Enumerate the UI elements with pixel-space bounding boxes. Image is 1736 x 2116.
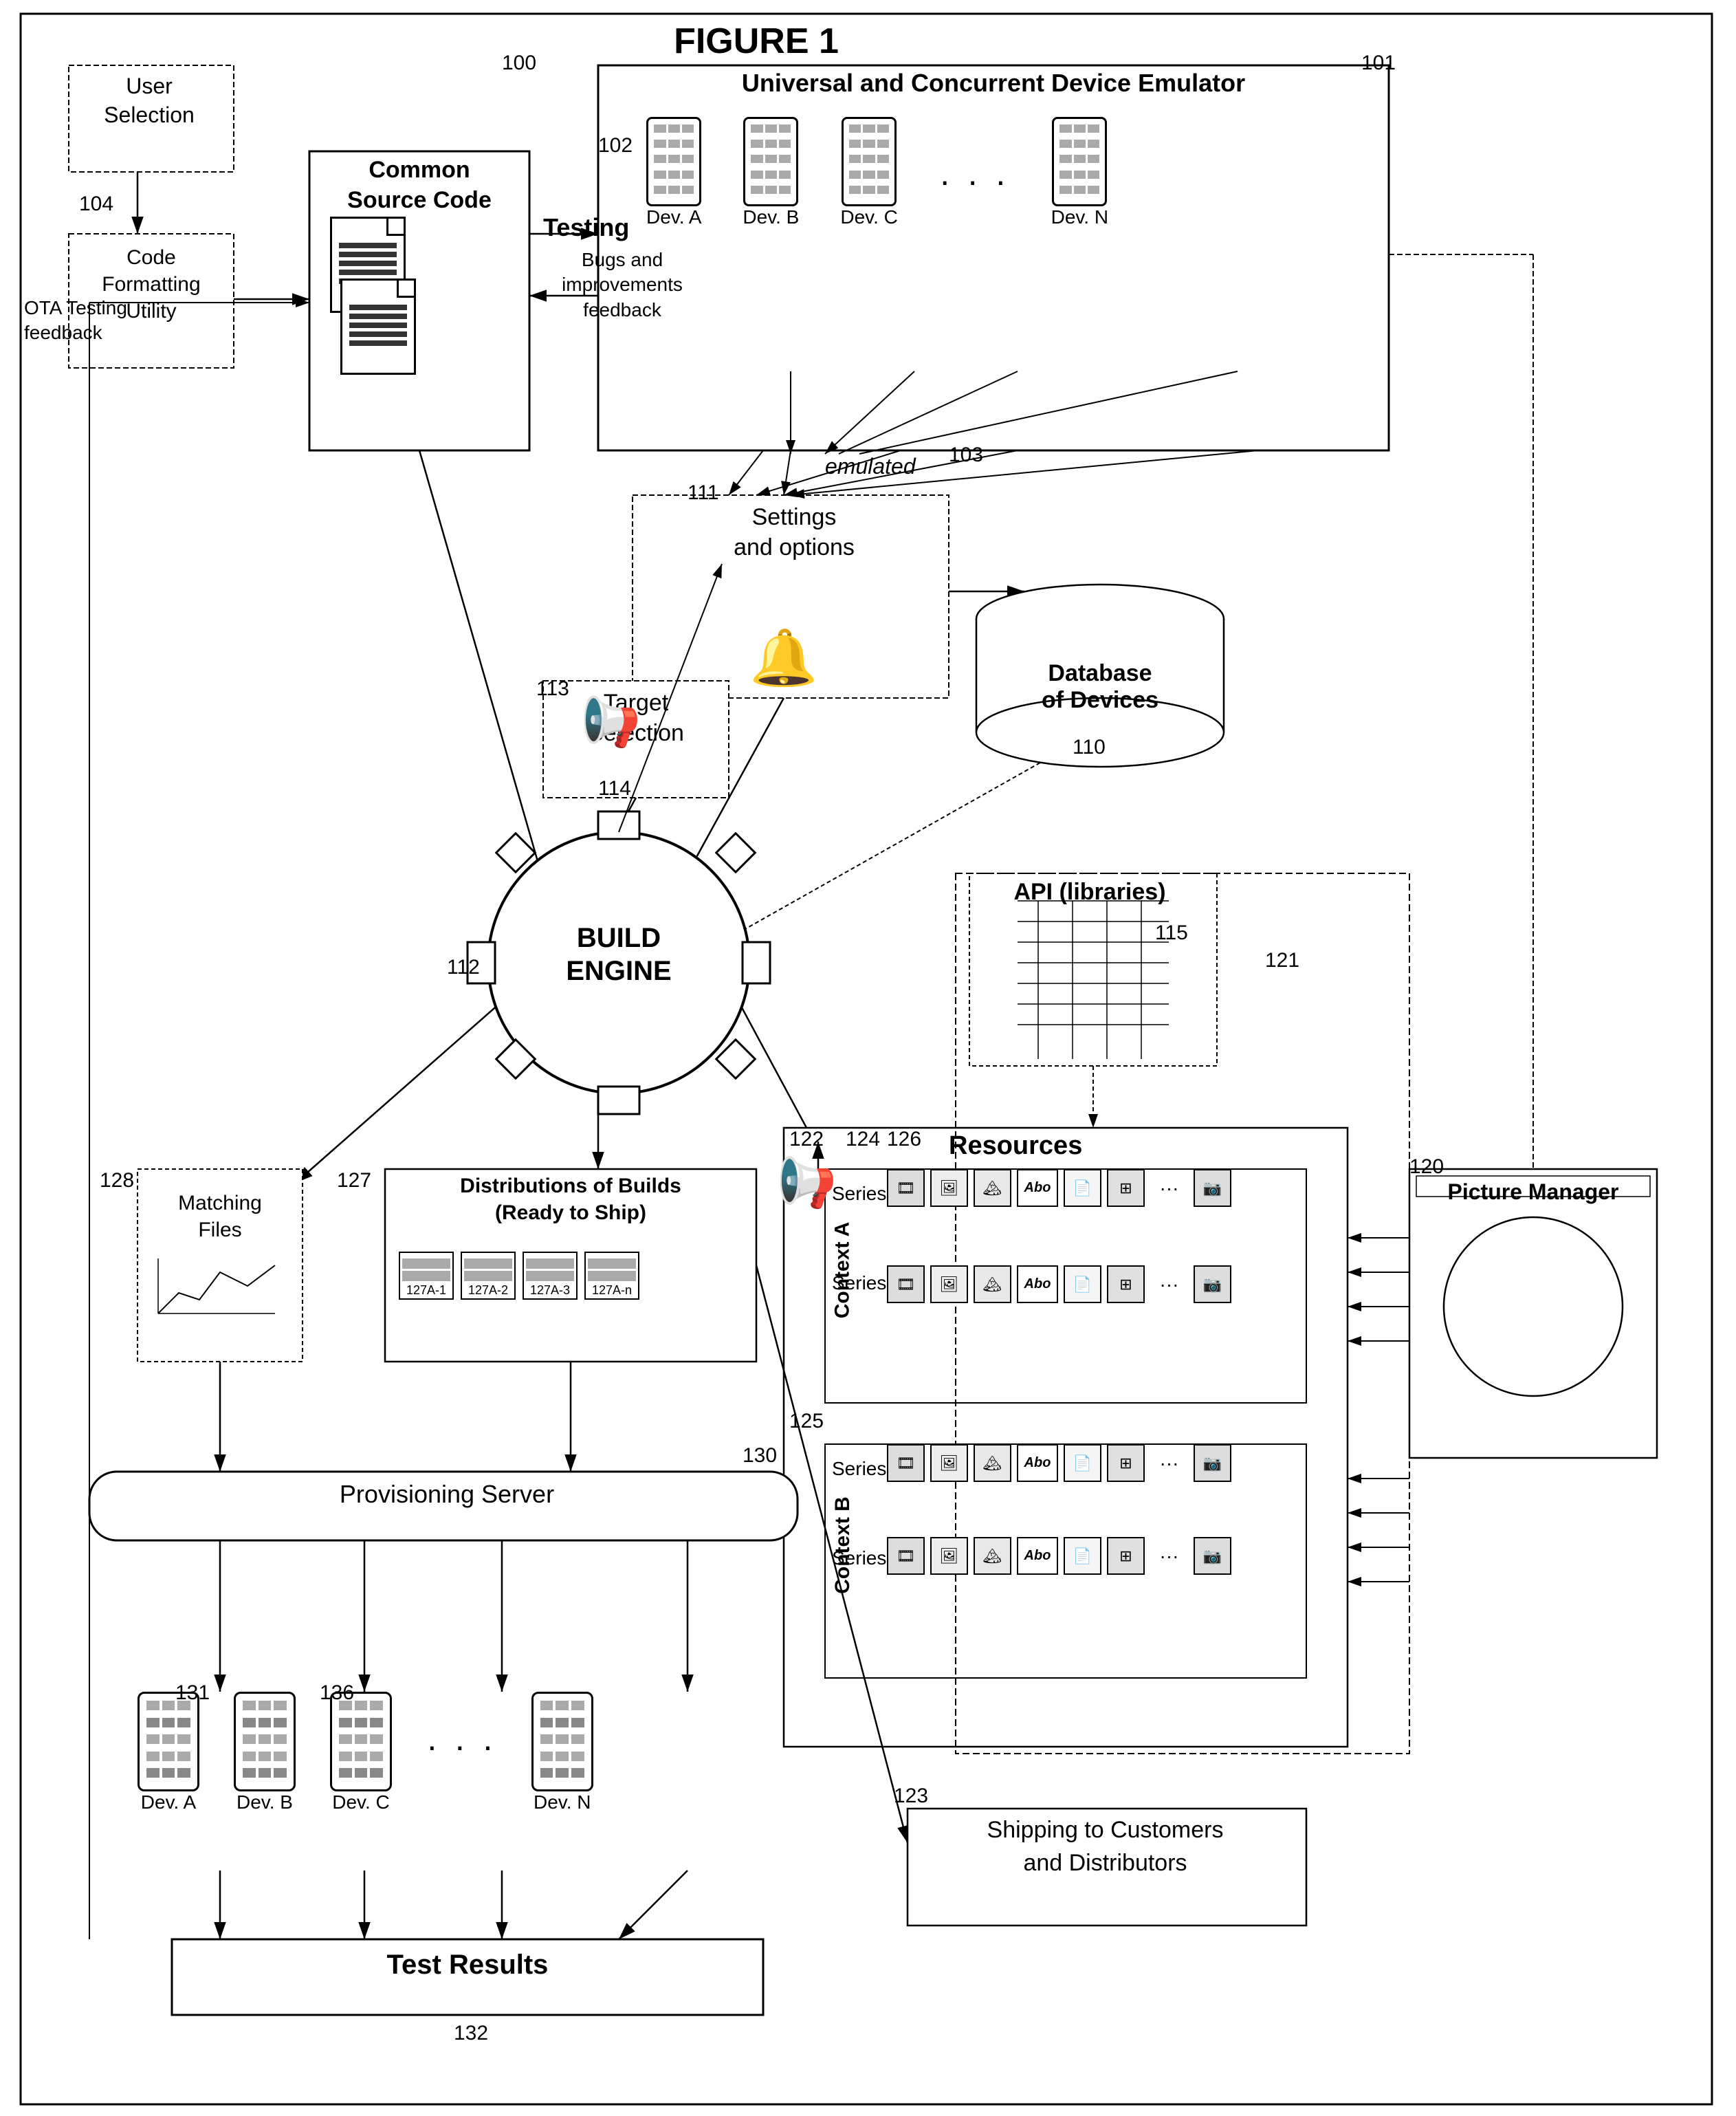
emulated-label: emulated (825, 454, 916, 479)
dev-b-label: Dev. B (743, 206, 799, 228)
ref-128: 128 (100, 1169, 134, 1192)
ref-136: 136 (320, 1681, 354, 1705)
context-b-label: Context B (831, 1496, 855, 1594)
ref-127: 127 (337, 1169, 371, 1192)
provisioning-server-label: Provisioning Server (172, 1480, 722, 1509)
matching-files-chart (151, 1252, 282, 1320)
dev-a-label: Dev. A (646, 206, 701, 228)
database-label: Database of Devices (1018, 660, 1183, 714)
bugs-feedback-label: Bugs and improvements feedback (536, 248, 708, 323)
context-a-label: Context A (831, 1222, 854, 1319)
bottom-dev-n: Dev. N (531, 1791, 593, 1813)
ref-113: 113 (536, 677, 569, 701)
ref-125: 125 (789, 1410, 824, 1433)
bottom-phones: Dev. A Dev. B Dev. C · · · (138, 1692, 593, 1813)
matching-files-label: Matching Files (141, 1190, 299, 1243)
emulator-devices: Dev. A Dev. B Dev. C · · · (646, 117, 1108, 228)
context-b-series1-icons: 🎞 🖼 🏔 Abo 📄 ⊞ ··· 📷 (887, 1444, 1231, 1482)
common-source-doc-icons (320, 213, 416, 378)
ref-123: 123 (894, 1785, 928, 1808)
figure-title: FIGURE 1 (674, 21, 839, 62)
shipping-label: Shipping to Customers and Distributors (914, 1814, 1296, 1879)
settings-options-label: Settings and options (646, 502, 942, 563)
context-b-series-n-icons: 🎞 🖼 🏔 Abo 📄 ⊞ ··· 📷 (887, 1537, 1231, 1575)
ref-102: 102 (598, 134, 633, 157)
resources-megaphone-icon: 📢 (777, 1155, 837, 1212)
common-source-code-label: CommonSource Code (316, 155, 523, 215)
picture-manager-label: Picture Manager (1416, 1179, 1650, 1205)
ref-104: 104 (79, 193, 113, 216)
target-megaphone-icon: 📢 (581, 695, 641, 751)
ref-114: 114 (598, 777, 631, 800)
context-a-series-n-icons: 🎞 🖼 🏔 Abo 📄 ⊞ ··· 📷 (887, 1265, 1231, 1303)
testing-label: Testing (543, 213, 629, 242)
user-selection-label: User Selection (77, 72, 221, 129)
bottom-dev-b: Dev. B (234, 1791, 296, 1813)
ref-110: 110 (1073, 736, 1106, 759)
ota-testing-label: OTA Testing feedback (24, 296, 127, 346)
ref-132: 132 (454, 2022, 488, 2045)
dev-c-label: Dev. C (840, 206, 898, 228)
build-distribution-boxes: 127A-1 127A-2 127A-3 127A-n (399, 1252, 639, 1300)
ref-130: 130 (743, 1444, 777, 1468)
ref-121: 121 (1265, 949, 1299, 972)
ref-103: 103 (949, 444, 983, 467)
ref-111: 111 (688, 481, 719, 505)
ref-112: 112 (447, 956, 480, 979)
ref-101: 101 (1361, 52, 1396, 75)
context-a-series1-icons: 🎞 🖼 🏔 Abo 📄 ⊞ ··· 📷 (887, 1169, 1299, 1207)
test-results-label: Test Results (179, 1950, 756, 1981)
ref-131: 131 (175, 1681, 210, 1705)
ref-100: 100 (502, 52, 536, 75)
settings-icon: 🔔 (749, 626, 818, 690)
bottom-dev-a: Dev. A (138, 1791, 199, 1813)
api-libraries-label: API (libraries) (983, 879, 1196, 906)
diagram-container: FIGURE 1 User Selection 104 Code Formatt… (0, 0, 1736, 2116)
ref-124: 124 (846, 1128, 880, 1151)
ref-120: 120 (1409, 1155, 1444, 1179)
distributions-label: Distributions of Builds (Ready to Ship) (388, 1172, 753, 1226)
bottom-dev-c: Dev. C (330, 1791, 392, 1813)
build-engine-label: BUILD ENGINE (547, 921, 691, 988)
universal-emulator-label: Universal and Concurrent Device Emulator (602, 69, 1385, 98)
resources-label: Resources (949, 1131, 1082, 1161)
ref-115: 115 (1155, 921, 1188, 945)
ref-122: 122 (789, 1128, 824, 1151)
dev-n-label: Dev. N (1051, 206, 1109, 228)
ref-126: 126 (887, 1128, 921, 1151)
